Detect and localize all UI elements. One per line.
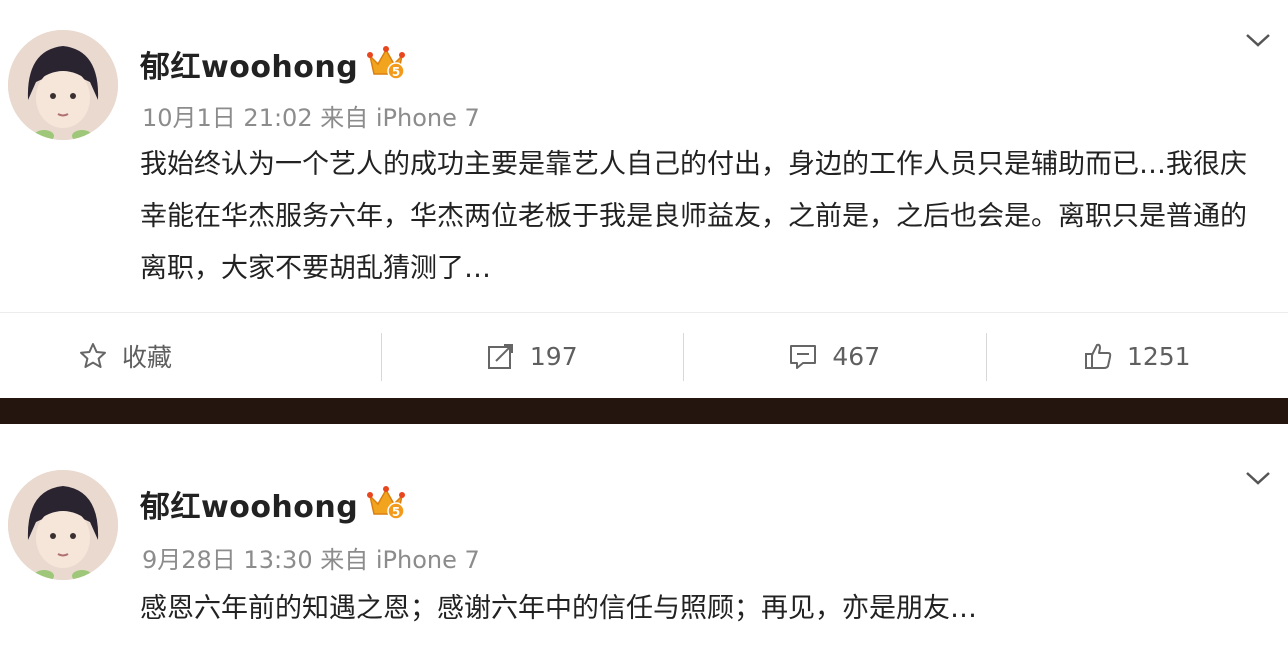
star-icon	[80, 343, 106, 368]
author-name[interactable]: 郁红woohong	[140, 482, 358, 526]
repost-count: 197	[529, 341, 578, 371]
avatar[interactable]	[8, 30, 118, 140]
favorite-button[interactable]: 收藏	[0, 313, 381, 399]
vip-crown-icon: 5	[367, 486, 405, 520]
comment-button[interactable]: 467	[683, 313, 986, 399]
author-name[interactable]: 郁红woohong	[140, 42, 358, 86]
favorite-label: 收藏	[122, 343, 173, 372]
repost-button[interactable]: 197	[380, 313, 684, 399]
repost-icon	[487, 344, 513, 369]
post-meta: 9月28日 13:30 来自 iPhone 7	[142, 546, 480, 574]
weibo-post: 郁红woohong 5 9月28日 13:30 来自 iPhone 7 感恩六年…	[0, 424, 1288, 658]
post-divider	[0, 398, 1288, 424]
comment-icon	[790, 345, 817, 369]
post-text: 我始终认为一个艺人的成功主要是靠艺人自己的付出，身边的工作人员只是辅助而已…我很…	[140, 149, 1247, 284]
chevron-down-icon[interactable]	[1244, 468, 1272, 488]
thumbs-up-icon	[1084, 343, 1112, 369]
chevron-down-icon[interactable]	[1244, 30, 1272, 50]
like-count: 1251	[1126, 341, 1191, 371]
comment-count: 467	[832, 341, 881, 371]
post-text: 感恩六年前的知遇之恩；感谢六年中的信任与照顾；再见，亦是朋友…	[140, 593, 977, 624]
svg-text:5: 5	[392, 505, 400, 519]
action-bar: 收藏 197 467 1251	[0, 312, 1288, 399]
svg-text:5: 5	[392, 65, 400, 79]
avatar[interactable]	[8, 470, 118, 580]
vip-crown-icon: 5	[367, 46, 405, 80]
weibo-post: 郁红woohong 5 10月1日 21:02 来自 iPhone 7 我始终认…	[0, 0, 1288, 398]
post-meta: 10月1日 21:02 来自 iPhone 7	[142, 104, 480, 132]
like-button[interactable]: 1251	[985, 313, 1288, 399]
